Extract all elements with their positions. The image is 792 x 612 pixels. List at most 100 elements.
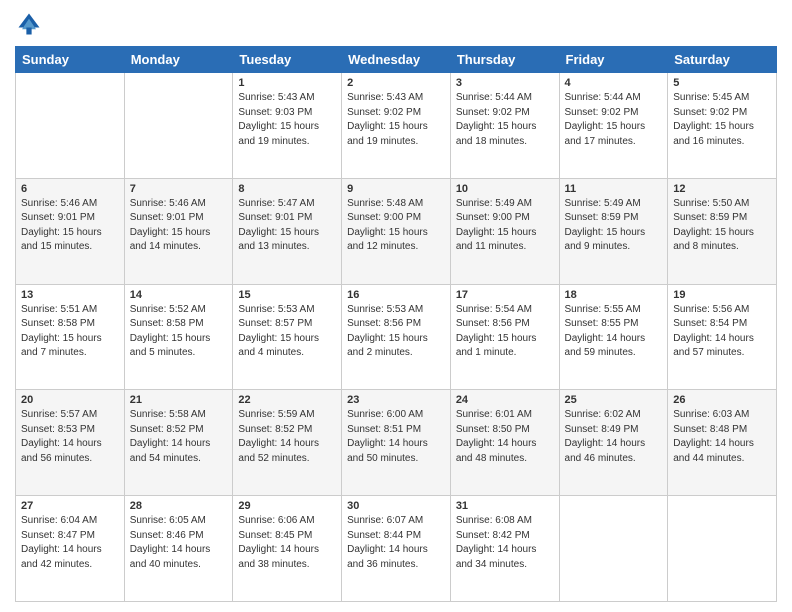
day-number: 23 [347, 394, 445, 406]
calendar-cell: 25Sunrise: 6:02 AM Sunset: 8:49 PM Dayli… [559, 390, 668, 496]
calendar-cell: 13 Sunrise: 5:51 AM Sunset: 8:58 PM Dayli… [16, 284, 125, 390]
day-number: 9 [347, 183, 445, 195]
calendar-cell: 23 Sunrise: 6:00 AM Sunset: 8:51 PM Dayli… [342, 390, 451, 496]
calendar-cell: 28 Sunrise: 6:05 AM Sunset: 8:46 PM Dayli… [124, 496, 233, 602]
day-info: Sunrise: 5:44 AM Sunset: 9:02 PM Dayligh… [565, 91, 663, 149]
day-info: Sunrise: 5:49 AM Sunset: 8:59 PM Dayligh… [565, 197, 663, 255]
day-info: Sunrise: 6:07 AM Sunset: 8:44 PM Dayligh… [347, 514, 445, 572]
weekday-header-row: SundayMondayTuesdayWednesdayThursdayFrid… [16, 47, 777, 73]
calendar-cell: 4Sunrise: 5:44 AM Sunset: 9:02 PM Daylig… [559, 73, 668, 179]
calendar-cell: 10Sunrise: 5:49 AM Sunset: 9:00 PM Dayli… [450, 178, 559, 284]
logo-icon [15, 10, 43, 38]
day-info: Sunrise: 5:54 AM Sunset: 8:56 PM Dayligh… [456, 303, 554, 361]
logo [15, 10, 47, 38]
day-info: Sunrise: 5:43 AM Sunset: 9:03 PM Dayligh… [238, 91, 336, 149]
day-number: 26 [673, 394, 771, 406]
day-info: Sunrise: 6:06 AM Sunset: 8:45 PM Dayligh… [238, 514, 336, 572]
calendar-cell: 2 Sunrise: 5:43 AM Sunset: 9:02 PM Daylig… [342, 73, 451, 179]
day-number: 29 [238, 500, 336, 512]
calendar-table: SundayMondayTuesdayWednesdayThursdayFrid… [15, 46, 777, 602]
day-number: 12 [673, 183, 771, 195]
day-info: Sunrise: 6:05 AM Sunset: 8:46 PM Dayligh… [130, 514, 228, 572]
day-info: Sunrise: 5:58 AM Sunset: 8:52 PM Dayligh… [130, 408, 228, 466]
calendar-cell: 15Sunrise: 5:53 AM Sunset: 8:57 PM Dayli… [233, 284, 342, 390]
day-number: 7 [130, 183, 228, 195]
calendar-cell [124, 73, 233, 179]
calendar-cell [559, 496, 668, 602]
header [15, 10, 777, 38]
week-row-5: 27 Sunrise: 6:04 AM Sunset: 8:47 PM Dayli… [16, 496, 777, 602]
calendar-cell: 29 Sunrise: 6:06 AM Sunset: 8:45 PM Dayli… [233, 496, 342, 602]
calendar-cell: 17 Sunrise: 5:54 AM Sunset: 8:56 PM Dayli… [450, 284, 559, 390]
calendar-cell: 14 Sunrise: 5:52 AM Sunset: 8:58 PM Dayli… [124, 284, 233, 390]
day-number: 27 [21, 500, 119, 512]
day-number: 14 [130, 289, 228, 301]
week-row-2: 6 Sunrise: 5:46 AM Sunset: 9:01 PM Daylig… [16, 178, 777, 284]
day-info: Sunrise: 5:53 AM Sunset: 8:57 PM Dayligh… [238, 303, 336, 361]
day-number: 17 [456, 289, 554, 301]
day-info: Sunrise: 5:59 AM Sunset: 8:52 PM Dayligh… [238, 408, 336, 466]
calendar-cell: 18 Sunrise: 5:55 AM Sunset: 8:55 PM Dayli… [559, 284, 668, 390]
calendar-cell [668, 496, 777, 602]
day-number: 8 [238, 183, 336, 195]
weekday-header-monday: Monday [124, 47, 233, 73]
calendar-cell: 22 Sunrise: 5:59 AM Sunset: 8:52 PM Dayli… [233, 390, 342, 496]
day-info: Sunrise: 5:48 AM Sunset: 9:00 PM Dayligh… [347, 197, 445, 255]
calendar-cell: 20Sunrise: 5:57 AM Sunset: 8:53 PM Dayli… [16, 390, 125, 496]
week-row-1: 1 Sunrise: 5:43 AM Sunset: 9:03 PM Daylig… [16, 73, 777, 179]
day-info: Sunrise: 6:00 AM Sunset: 8:51 PM Dayligh… [347, 408, 445, 466]
calendar-cell: 1 Sunrise: 5:43 AM Sunset: 9:03 PM Daylig… [233, 73, 342, 179]
calendar-cell: 5 Sunrise: 5:45 AM Sunset: 9:02 PM Daylig… [668, 73, 777, 179]
calendar-cell: 24 Sunrise: 6:01 AM Sunset: 8:50 PM Dayli… [450, 390, 559, 496]
day-info: Sunrise: 6:01 AM Sunset: 8:50 PM Dayligh… [456, 408, 554, 466]
weekday-header-tuesday: Tuesday [233, 47, 342, 73]
day-info: Sunrise: 6:03 AM Sunset: 8:48 PM Dayligh… [673, 408, 771, 466]
day-info: Sunrise: 5:50 AM Sunset: 8:59 PM Dayligh… [673, 197, 771, 255]
day-number: 5 [673, 77, 771, 89]
day-info: Sunrise: 6:02 AM Sunset: 8:49 PM Dayligh… [565, 408, 663, 466]
calendar-cell: 3 Sunrise: 5:44 AM Sunset: 9:02 PM Daylig… [450, 73, 559, 179]
day-info: Sunrise: 6:08 AM Sunset: 8:42 PM Dayligh… [456, 514, 554, 572]
day-info: Sunrise: 5:43 AM Sunset: 9:02 PM Dayligh… [347, 91, 445, 149]
calendar-cell: 26 Sunrise: 6:03 AM Sunset: 8:48 PM Dayli… [668, 390, 777, 496]
day-info: Sunrise: 6:04 AM Sunset: 8:47 PM Dayligh… [21, 514, 119, 572]
day-number: 16 [347, 289, 445, 301]
day-number: 2 [347, 77, 445, 89]
day-info: Sunrise: 5:51 AM Sunset: 8:58 PM Dayligh… [21, 303, 119, 361]
weekday-header-saturday: Saturday [668, 47, 777, 73]
week-row-3: 13 Sunrise: 5:51 AM Sunset: 8:58 PM Dayli… [16, 284, 777, 390]
day-info: Sunrise: 5:44 AM Sunset: 9:02 PM Dayligh… [456, 91, 554, 149]
day-number: 30 [347, 500, 445, 512]
weekday-header-thursday: Thursday [450, 47, 559, 73]
day-number: 24 [456, 394, 554, 406]
calendar-cell: 30 Sunrise: 6:07 AM Sunset: 8:44 PM Dayli… [342, 496, 451, 602]
day-number: 31 [456, 500, 554, 512]
day-number: 1 [238, 77, 336, 89]
calendar-cell: 8Sunrise: 5:47 AM Sunset: 9:01 PM Daylig… [233, 178, 342, 284]
day-number: 22 [238, 394, 336, 406]
calendar-cell: 6Sunrise: 5:46 AM Sunset: 9:01 PM Daylig… [16, 178, 125, 284]
calendar-cell [16, 73, 125, 179]
day-info: Sunrise: 5:45 AM Sunset: 9:02 PM Dayligh… [673, 91, 771, 149]
day-number: 19 [673, 289, 771, 301]
day-number: 6 [21, 183, 119, 195]
day-number: 13 [21, 289, 119, 301]
calendar-cell: 19 Sunrise: 5:56 AM Sunset: 8:54 PM Dayli… [668, 284, 777, 390]
calendar-cell: 7 Sunrise: 5:46 AM Sunset: 9:01 PM Daylig… [124, 178, 233, 284]
day-info: Sunrise: 5:52 AM Sunset: 8:58 PM Dayligh… [130, 303, 228, 361]
calendar-cell: 9 Sunrise: 5:48 AM Sunset: 9:00 PM Daylig… [342, 178, 451, 284]
calendar-cell: 27 Sunrise: 6:04 AM Sunset: 8:47 PM Dayli… [16, 496, 125, 602]
day-info: Sunrise: 5:53 AM Sunset: 8:56 PM Dayligh… [347, 303, 445, 361]
calendar-cell: 12 Sunrise: 5:50 AM Sunset: 8:59 PM Dayli… [668, 178, 777, 284]
day-number: 28 [130, 500, 228, 512]
calendar-cell: 11Sunrise: 5:49 AM Sunset: 8:59 PM Dayli… [559, 178, 668, 284]
week-row-4: 20Sunrise: 5:57 AM Sunset: 8:53 PM Dayli… [16, 390, 777, 496]
day-info: Sunrise: 5:56 AM Sunset: 8:54 PM Dayligh… [673, 303, 771, 361]
day-info: Sunrise: 5:55 AM Sunset: 8:55 PM Dayligh… [565, 303, 663, 361]
calendar-cell: 31 Sunrise: 6:08 AM Sunset: 8:42 PM Dayli… [450, 496, 559, 602]
day-number: 20 [21, 394, 119, 406]
day-number: 3 [456, 77, 554, 89]
page: SundayMondayTuesdayWednesdayThursdayFrid… [0, 0, 792, 612]
day-number: 18 [565, 289, 663, 301]
day-info: Sunrise: 5:46 AM Sunset: 9:01 PM Dayligh… [130, 197, 228, 255]
